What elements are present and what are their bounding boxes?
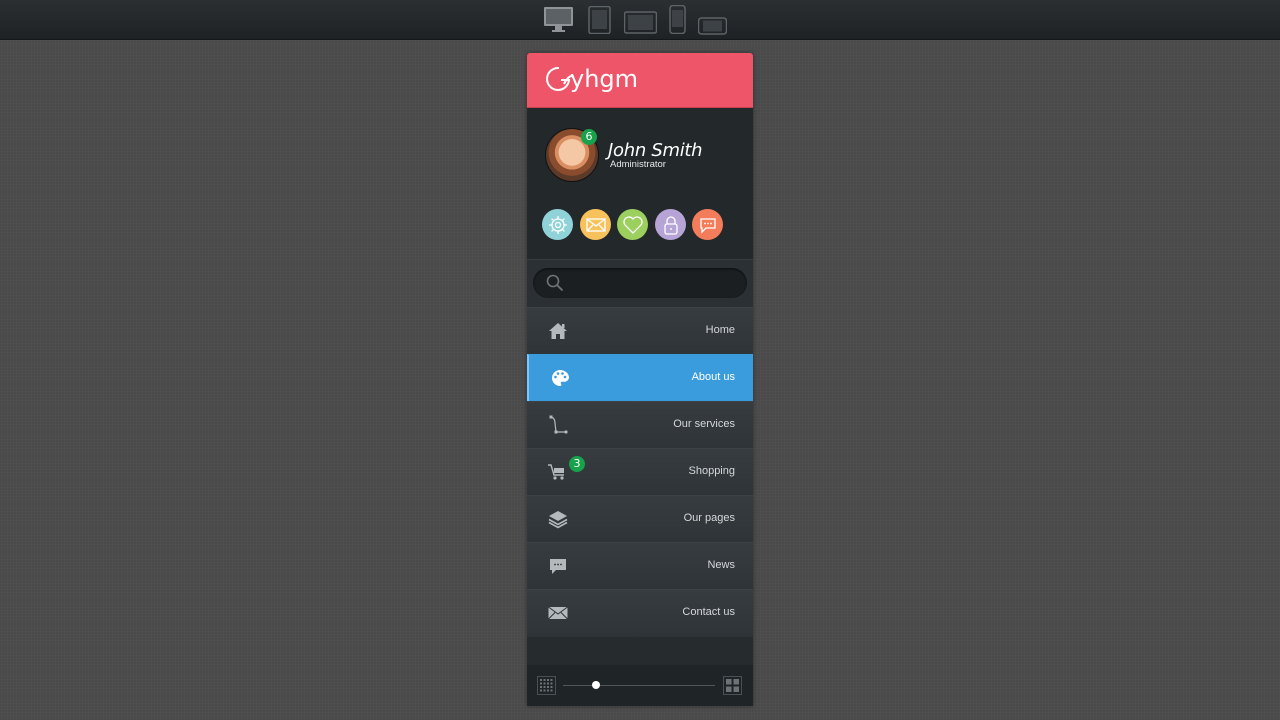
mail-icon xyxy=(585,217,606,232)
menu-item-label: Shopping xyxy=(688,465,736,477)
cart-icon xyxy=(548,464,564,480)
brand-header: yhgm xyxy=(527,53,753,108)
menu-item-about-us[interactable]: About us xyxy=(527,354,753,401)
small-grid-icon[interactable] xyxy=(537,676,556,695)
chat-button[interactable] xyxy=(692,209,723,240)
search-box[interactable] xyxy=(533,268,747,298)
menu-item-shopping[interactable]: 3 Shopping xyxy=(527,448,753,495)
search-input[interactable] xyxy=(571,272,740,296)
main-menu: Home About us Our services 3 Shopping Ou… xyxy=(527,307,753,636)
palette-icon xyxy=(552,370,569,386)
menu-item-label: Home xyxy=(705,324,735,336)
vector-path-icon xyxy=(549,415,568,434)
menu-item-label: About us xyxy=(691,371,735,383)
menu-item-label: News xyxy=(707,559,735,571)
menu-item-news[interactable]: News xyxy=(527,542,753,589)
brand-logo-text: yhgm xyxy=(570,65,638,93)
lock-button[interactable] xyxy=(655,209,686,240)
user-name: John Smith xyxy=(608,140,703,161)
zoom-slider-track[interactable] xyxy=(563,685,715,686)
search-icon[interactable] xyxy=(546,274,564,292)
zoom-slider-handle[interactable] xyxy=(592,681,601,689)
desktop-view-icon[interactable] xyxy=(543,6,574,34)
tablet-landscape-view-icon[interactable] xyxy=(624,11,657,34)
menu-item-our-pages[interactable]: Our pages xyxy=(527,495,753,542)
menu-item-label: Our pages xyxy=(683,512,735,524)
favorites-button[interactable] xyxy=(617,209,648,240)
user-profile: 6 John Smith Administrator xyxy=(527,108,753,259)
speech-bubble-icon xyxy=(550,559,566,574)
cart-badge: 3 xyxy=(569,456,585,472)
menu-item-home[interactable]: Home xyxy=(527,307,753,354)
menu-item-contact-us[interactable]: Contact us xyxy=(527,589,753,636)
footer-bar xyxy=(527,665,753,706)
menu-item-our-services[interactable]: Our services xyxy=(527,401,753,448)
large-grid-icon[interactable] xyxy=(723,676,742,695)
phone-landscape-view-icon[interactable] xyxy=(698,17,727,35)
home-icon xyxy=(549,323,567,339)
notification-badge: 6 xyxy=(581,129,597,145)
user-role: Administrator xyxy=(610,159,666,170)
chat-icon xyxy=(699,217,716,234)
footer-spacer xyxy=(527,637,753,665)
gear-icon xyxy=(548,215,567,234)
sidebar-panel: yhgm 6 John Smith Administrator Home Abo… xyxy=(527,53,753,706)
settings-button[interactable] xyxy=(542,209,573,240)
menu-item-label: Our services xyxy=(673,418,735,430)
phone-portrait-view-icon[interactable] xyxy=(669,5,686,34)
heart-icon xyxy=(622,215,643,234)
search-bar xyxy=(527,259,753,308)
layers-icon xyxy=(548,511,568,529)
menu-item-label: Contact us xyxy=(682,606,735,618)
envelope-icon xyxy=(548,606,568,620)
brand-logo[interactable]: yhgm xyxy=(545,63,655,100)
device-toolbar xyxy=(0,0,1280,40)
lock-icon xyxy=(663,215,678,235)
tablet-portrait-view-icon[interactable] xyxy=(588,6,611,34)
mail-button[interactable] xyxy=(580,209,611,240)
